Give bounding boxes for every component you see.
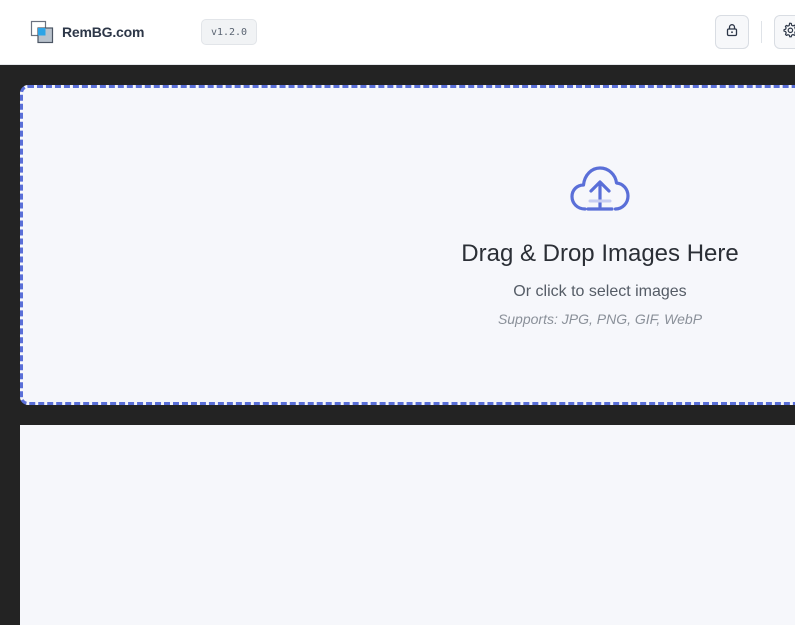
lock-button[interactable] — [715, 15, 749, 49]
lock-icon — [725, 23, 739, 42]
dropzone-subtitle[interactable]: Or click to select images — [400, 283, 795, 301]
dropzone-title: Drag & Drop Images Here — [461, 240, 739, 267]
cloud-upload-icon — [569, 163, 631, 215]
brand-name[interactable]: RemBG.com — [62, 24, 144, 40]
version-badge: v1.2.0 — [201, 19, 257, 45]
header-divider — [761, 21, 762, 43]
supported-formats: Supports: JPG, PNG, GIF, WebP — [497, 311, 703, 327]
app-header: RemBG.com v1.2.0 — [0, 0, 795, 65]
gear-icon — [782, 22, 795, 43]
logo-icon[interactable] — [30, 20, 54, 44]
settings-button[interactable] — [774, 15, 795, 49]
results-panel — [20, 425, 795, 625]
